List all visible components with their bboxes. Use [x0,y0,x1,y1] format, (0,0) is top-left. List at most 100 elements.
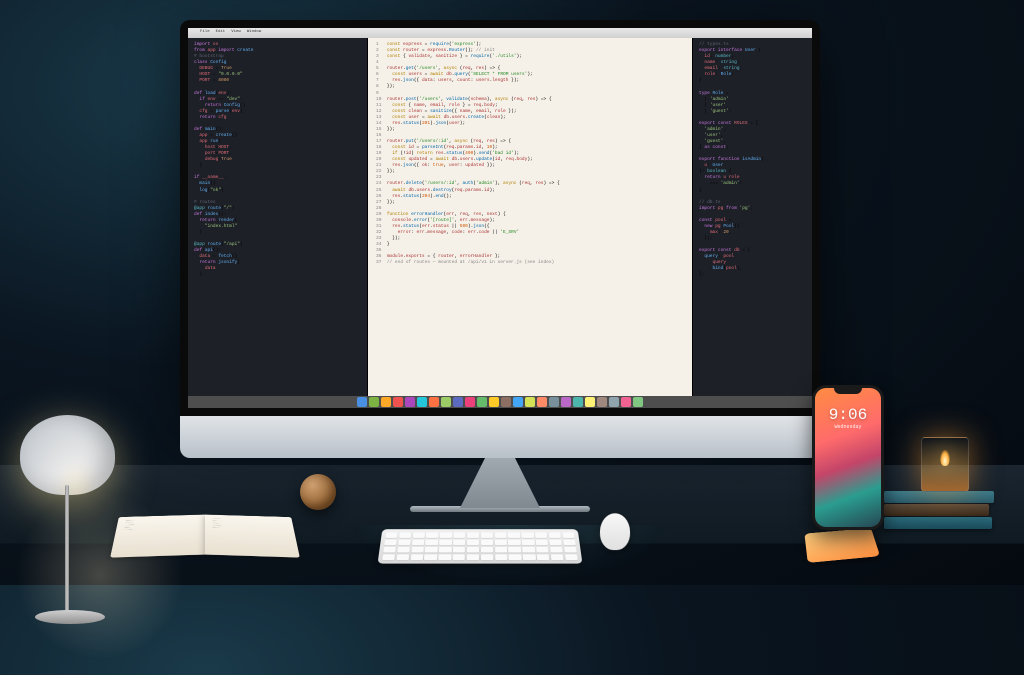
dock-app-icon [549,397,559,407]
dock-app-icon [393,397,403,407]
dock-app-icon [633,397,643,407]
keyboard-key [481,547,493,553]
keyboard-key [508,532,520,538]
keyboard-key [396,554,409,560]
keyboard-key [536,547,549,553]
keyboard-key [424,554,437,560]
dock-app-icon [381,397,391,407]
dock-app-icon [573,397,583,407]
keyboard-key [509,554,522,560]
keyboard-key [453,532,465,538]
keyboard-key [481,539,493,545]
keyboard-key [438,554,451,560]
keyboard-key [551,554,564,560]
keyboard-key [521,532,534,538]
desk-lamp [20,415,115,495]
dock-app-icon [453,397,463,407]
iphone-date: Wednesday [834,424,861,430]
iphone-notch [834,388,862,394]
orange-card [804,528,880,563]
dock-app-icon [609,397,619,407]
keyboard-key [565,554,578,560]
open-book: ━━━━━━━━━━━━━━━━━━━━━━━━━━━━━━━━━━ ━━━━━… [110,516,299,556]
keyboard-key [550,547,563,553]
keyboard-key [535,532,548,538]
keyboard-key [440,532,452,538]
dock-app-icon [537,397,547,407]
dock-app-icon [441,397,451,407]
dock-app-icon [357,397,367,407]
keyboard-key [453,554,466,560]
keyboard-key [382,554,395,560]
keyboard-key [426,532,439,538]
candle-flame [940,450,950,466]
editor-center-pane: 1 const express = require('express'); 2 … [368,38,692,396]
screen-bezel: FileEditViewWindow import os from app im… [180,20,820,416]
keyboard-key [522,539,535,545]
keyboard-key [494,532,506,538]
keyboard-key [439,539,452,545]
keyboard-key [467,554,480,560]
keyboard-key [425,547,438,553]
keyboard-key [522,547,535,553]
keyboard-key [439,547,452,553]
keyboard-key [453,539,465,545]
mouse [599,513,630,550]
imac-chin [180,416,820,458]
keyboard-key [508,547,521,553]
dock-app-icon [489,397,499,407]
keyboard-key [495,547,508,553]
keyboard-key [536,539,549,545]
dock-app-icon [405,397,415,407]
keyboard-key [563,539,576,545]
iphone-lockscreen: 9:06 Wednesday [815,388,881,527]
imac-stand [450,458,550,508]
dock-app-icon [501,397,511,407]
editor-left-pane: import os from app import create # boots… [188,38,368,396]
keyboard-key [562,532,575,538]
macos-dock [188,396,812,408]
keyboard-key [549,539,562,545]
editor-right-pane: // types.ts export interface User { id: … [692,38,812,396]
book-stack [884,491,994,530]
dock-app-icon [417,397,427,407]
imac-computer: FileEditViewWindow import os from app im… [180,20,820,512]
keyboard-key [481,532,493,538]
keyboard-key [564,547,577,553]
dock-app-icon [369,397,379,407]
keyboard-key [523,554,536,560]
keyboard-key [481,554,494,560]
dock-app-icon [429,397,439,407]
keyboard-key [467,547,479,553]
keyboard-key [410,554,423,560]
keyboard-key [467,532,479,538]
keyboard-key [494,539,506,545]
keyboard-key [549,532,562,538]
iphone: 9:06 Wednesday [812,385,884,530]
dock-app-icon [585,397,595,407]
keyboard-key [495,554,508,560]
keyboard-key [397,547,410,553]
dock-app-icon [597,397,607,407]
keyboard-key [385,532,398,538]
dock-app-icon [477,397,487,407]
keyboard-key [537,554,550,560]
keyboard-key [508,539,521,545]
iphone-time: 9:06 [829,406,867,424]
keyboard-key [426,539,439,545]
keyboard-key [383,547,396,553]
keyboard-key [399,532,412,538]
keyboard-key [453,547,466,553]
dock-app-icon [513,397,523,407]
keyboard [378,529,583,563]
dock-app-icon [621,397,631,407]
keyboard-key [467,539,479,545]
keyboard-key [384,539,397,545]
dock-app-icon [561,397,571,407]
dock-app-icon [465,397,475,407]
code-editor: import os from app import create # boots… [188,38,812,396]
keyboard-key [412,539,425,545]
keyboard-key [411,547,424,553]
keyboard-key [398,539,411,545]
dock-app-icon [525,397,535,407]
